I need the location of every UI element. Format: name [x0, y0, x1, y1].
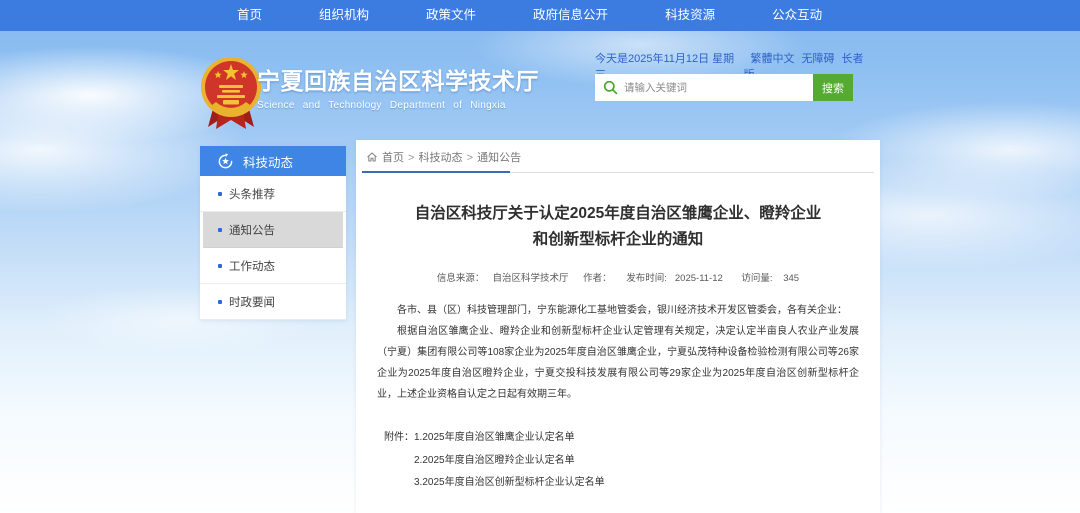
meta-source: 信息来源：自治区科学技术厅 [433, 273, 573, 284]
breadcrumb-item-2[interactable]: 通知公告 [477, 152, 521, 164]
quick-link-0[interactable]: 繁體中文 [750, 53, 794, 65]
bullet-icon [218, 228, 222, 232]
breadcrumb-item-1[interactable]: 科技动态 [419, 152, 463, 164]
circular-star-icon [217, 153, 234, 170]
meta-time: 发布时间:2025-11-12 [622, 273, 727, 284]
attachments-label: 附件： [384, 427, 414, 450]
sidebar-item-label: 通知公告 [229, 222, 275, 238]
attachment-list: 1.2025年度自治区雏鹰企业认定名单2.2025年度自治区瞪羚企业认定名单3.… [414, 427, 605, 495]
site-title-en: Science and Technology Department of Nin… [257, 99, 547, 112]
article-body: 各市、县（区）科技管理部门，宁东能源化工基地管委会，银川经济技术开发区管委会，各… [356, 300, 880, 405]
sidebar-item-label: 工作动态 [229, 258, 275, 274]
sidebar-header[interactable]: 科技动态 [200, 146, 346, 176]
top-nav-list: 首页 组织机构 政策文件 政府信息公开 科技资源 公众互动 [0, 0, 1080, 31]
top-nav: 首页 组织机构 政策文件 政府信息公开 科技资源 公众互动 [0, 0, 1080, 31]
search-bar: 搜索 [595, 74, 853, 101]
breadcrumb-items: 首页 > 科技动态 > 通知公告 [382, 149, 521, 165]
header-right: 今天是2025年11月12日 星期三 繁體中文无障碍长者版 搜索 [595, 50, 873, 101]
sidebar-item-label: 头条推荐 [229, 186, 275, 202]
nav-item-1[interactable]: 组织机构 [319, 0, 369, 31]
attachment-item-2[interactable]: 3.2025年度自治区创新型标杆企业认定名单 [414, 472, 605, 495]
nav-item-5[interactable]: 公众互动 [772, 0, 822, 31]
bullet-icon [218, 300, 222, 304]
sidebar-item-3[interactable]: 时政要闻 [200, 284, 346, 320]
breadcrumb: 首页 > 科技动态 > 通知公告 [362, 140, 874, 173]
national-emblem-logo [198, 55, 264, 133]
sidebar-item-2[interactable]: 工作动态 [200, 248, 346, 284]
bullet-icon [218, 192, 222, 196]
nav-item-4[interactable]: 科技资源 [665, 0, 715, 31]
article-title: 自治区科技厅关于认定2025年度自治区雏鹰企业、瞪羚企业 和创新型标杆企业的通知 [376, 201, 860, 253]
site-title: 宁夏回族自治区科学技术厅 [257, 66, 547, 96]
breadcrumb-separator: > [405, 152, 418, 164]
search-input[interactable] [595, 74, 813, 101]
breadcrumb-separator: > [464, 152, 477, 164]
sidebar-title: 科技动态 [243, 152, 293, 171]
attachment-item-0[interactable]: 1.2025年度自治区雏鹰企业认定名单 [414, 427, 605, 450]
search-button[interactable]: 搜索 [813, 74, 853, 101]
nav-item-0[interactable]: 首页 [237, 0, 262, 31]
site-title-block: 宁夏回族自治区科学技术厅 Science and Technology Depa… [257, 66, 547, 112]
bullet-icon [218, 264, 222, 268]
attachments-block: 附件： 1.2025年度自治区雏鹰企业认定名单2.2025年度自治区瞪羚企业认定… [356, 427, 880, 495]
sidebar: 科技动态 头条推荐通知公告工作动态时政要闻 [200, 146, 346, 320]
page: 首页 组织机构 政策文件 政府信息公开 科技资源 公众互动 宁夏回族自治区科学技术厅 Sc… [0, 0, 1080, 513]
breadcrumb-item-0[interactable]: 首页 [382, 152, 404, 164]
attachment-item-1[interactable]: 2.2025年度自治区瞪羚企业认定名单 [414, 450, 605, 473]
sidebar-item-0[interactable]: 头条推荐 [200, 176, 346, 212]
article-title-line1: 自治区科技厅关于认定2025年度自治区雏鹰企业、瞪羚企业 [415, 205, 821, 222]
search-icon [603, 80, 618, 95]
date-text: 今天是2025年11月12日 星期三 [595, 50, 743, 65]
sidebar-item-label: 时政要闻 [229, 294, 275, 310]
article-paragraph-0: 各市、县（区）科技管理部门，宁东能源化工基地管委会，银川经济技术开发区管委会，各… [377, 300, 859, 321]
article-title-line2: 和创新型标杆企业的通知 [533, 231, 704, 248]
home-icon [366, 151, 378, 163]
article-meta: 信息来源：自治区科学技术厅 作者： 发布时间:2025-11-12 访问量: 3… [356, 270, 880, 284]
article-paragraph-1: 根据自治区雏鹰企业、瞪羚企业和创新型标杆企业认定管理有关规定，决定认定半亩良人农… [377, 321, 859, 405]
nav-item-2[interactable]: 政策文件 [426, 0, 476, 31]
quick-link-1[interactable]: 无障碍 [801, 53, 834, 65]
meta-author: 作者： [583, 273, 612, 284]
meta-visits: 访问量: 345 [737, 273, 803, 284]
sidebar-item-1[interactable]: 通知公告 [203, 212, 343, 248]
nav-item-3[interactable]: 政府信息公开 [533, 0, 608, 31]
quick-links: 繁體中文无障碍长者版 [743, 50, 873, 65]
main-content: 首页 > 科技动态 > 通知公告 自治区科技厅关于认定2025年度自治区雏鹰企业… [356, 140, 880, 513]
sidebar-list: 头条推荐通知公告工作动态时政要闻 [200, 176, 346, 320]
